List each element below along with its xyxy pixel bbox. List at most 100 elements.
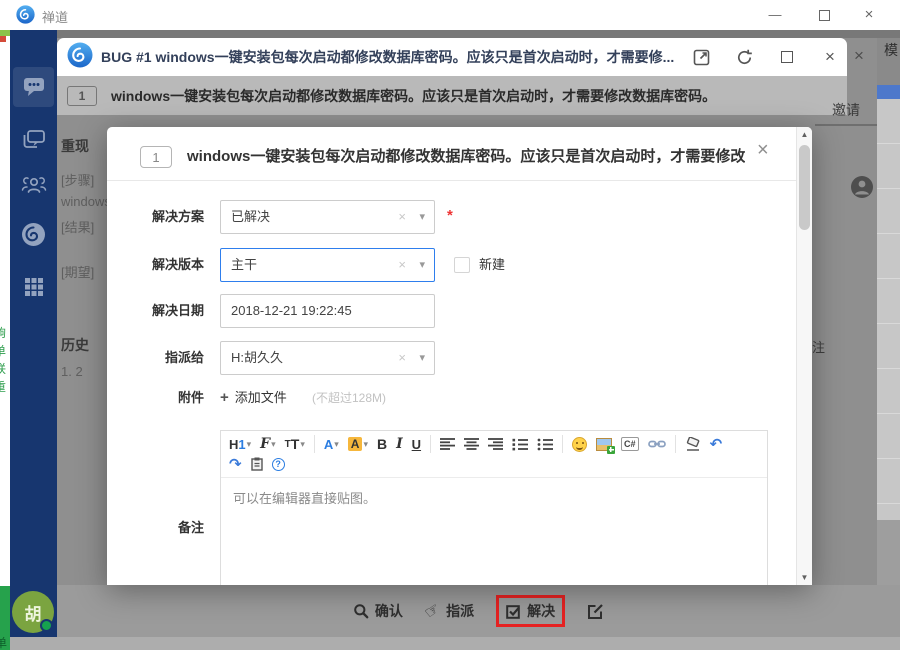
build-value: 主干 (231, 257, 258, 272)
unordered-list-icon (537, 438, 554, 450)
new-build-label: 新建 (479, 257, 506, 272)
edge-text-fragment: 单 (0, 344, 7, 358)
edge-text-fragment: 重 (0, 380, 7, 394)
eraser-icon (686, 437, 699, 451)
date-value: 2018-12-21 19:22:45 (231, 303, 352, 318)
italic-button[interactable]: I (396, 436, 403, 452)
open-external-icon (693, 49, 709, 65)
assignee-select[interactable]: H:胡久久 × ▾ (220, 341, 435, 375)
edge-text-fragment: 单 (0, 636, 8, 650)
popup-title: BUG #1 windows一键安装包每次启动都修改数据库密码。应该只是首次启动… (101, 49, 675, 65)
font-size-button[interactable]: T T ▾ (285, 436, 305, 452)
zentao-logo-icon (67, 42, 93, 73)
maximize-popup-button[interactable] (778, 48, 796, 66)
help-button[interactable]: ? (271, 457, 285, 471)
chevron-down-icon: ▾ (419, 352, 425, 364)
align-center-icon (464, 438, 480, 450)
build-label: 解决版本 (151, 257, 204, 272)
edge-text-fragment: 夠 (0, 326, 7, 340)
unordered-list-button[interactable] (537, 438, 554, 451)
dialog-title: windows一键安装包每次启动都修改数据库密码。应该只是首次启动时，才需要修改… (187, 148, 745, 165)
invite-label: 邀请 (832, 102, 860, 118)
plus-icon: + (220, 389, 229, 406)
heading-1: 1 (238, 436, 246, 452)
close-popup-button[interactable]: × (821, 47, 839, 66)
insert-link-button[interactable] (647, 438, 666, 450)
code-button[interactable]: C# (621, 437, 639, 451)
resolved-date-input[interactable]: 2018-12-21 19:22:45 (220, 294, 435, 328)
people-icon (21, 177, 46, 193)
sidebar-item-zentao[interactable] (13, 214, 54, 254)
online-status-dot (40, 619, 53, 632)
scrollbar-thumb[interactable] (799, 145, 810, 230)
refresh-icon (737, 49, 752, 64)
smiley-icon (572, 436, 588, 452)
sidebar-item-chat[interactable] (13, 67, 54, 107)
undo-button[interactable]: ↶ (710, 435, 723, 453)
resolution-select[interactable]: 已解决 × ▾ (220, 200, 435, 234)
scroll-down-arrow[interactable]: ▼ (797, 573, 812, 582)
group-chat-icon (23, 130, 45, 148)
close-window-button[interactable]: × (852, 0, 886, 30)
refresh-button[interactable] (735, 48, 753, 66)
align-left-icon (440, 438, 456, 450)
build-select[interactable]: 主干 × ▾ (220, 248, 435, 282)
assign-button[interactable]: ☞ 指派 (421, 598, 475, 622)
font-color-button[interactable]: A ▾ (324, 437, 339, 452)
add-file-button[interactable]: + 添加文件 (220, 387, 287, 409)
highlight-color-button[interactable]: A ▾ (347, 437, 368, 451)
add-file-label: 添加文件 (234, 390, 287, 405)
underline-button[interactable]: U (412, 437, 421, 452)
confirm-button[interactable]: 确认 (353, 601, 403, 621)
emoji-button[interactable] (572, 436, 588, 452)
align-right-button[interactable] (488, 438, 504, 450)
bg-text-fragment: [期望] (61, 265, 95, 280)
bold-button[interactable]: B (377, 436, 387, 452)
maximize-icon (818, 10, 830, 22)
bug-title-row: 1 windows一键安装包每次启动都修改数据库密码。应该只是首次启动时，才需要… (57, 76, 847, 115)
clear-icon[interactable]: × (398, 342, 406, 374)
insert-image-button[interactable] (596, 437, 616, 454)
bg-text-fragment: 重现 (61, 138, 89, 154)
dialog-scrollbar[interactable]: ▲ ▼ (796, 127, 812, 585)
sidebar-item-apps[interactable] (13, 267, 54, 307)
open-external-button[interactable] (692, 48, 710, 66)
ordered-list-button[interactable] (512, 438, 529, 451)
bg-right-column: 模 (877, 38, 900, 85)
edge-green-block: 单 (0, 586, 10, 650)
build-row: 解决版本 主干 × ▾ 新建 (107, 248, 796, 282)
maximize-button[interactable] (807, 0, 841, 30)
chevron-down-icon: ▾ (300, 438, 305, 449)
attachment-row: 附件 + 添加文件 (不超过128M) (107, 387, 796, 409)
align-left-button[interactable] (440, 438, 456, 450)
bg-text-fragment: 历史 (61, 337, 89, 353)
clear-icon[interactable]: × (398, 249, 406, 281)
font-family-button[interactable]: F ▾ (260, 436, 275, 452)
heading-button[interactable]: H 1 ▾ (229, 437, 251, 452)
sidebar-item-contacts[interactable] (13, 165, 54, 205)
plus-icon (607, 445, 616, 454)
edit-pencil-icon (588, 603, 603, 619)
minimize-button[interactable]: — (758, 0, 792, 30)
chevron-down-icon: ▾ (334, 438, 339, 449)
paste-button[interactable] (250, 457, 263, 471)
comment-editor[interactable]: H 1 ▾ F ▾ T T ▾ A ▾ A ▾ B I U C# ↶ ↷ ? 可… (220, 430, 768, 585)
edit-button[interactable] (587, 603, 604, 620)
bg-table-rows (877, 99, 900, 520)
toolbar-separator (313, 435, 315, 453)
resolve-button[interactable]: 解决 (506, 601, 555, 621)
close-dialog-button[interactable]: × (757, 139, 769, 162)
bug-id-badge: 1 (140, 146, 172, 168)
align-center-button[interactable] (464, 438, 480, 450)
chevron-down-icon: ▾ (419, 211, 425, 223)
editor-placeholder[interactable]: 可以在编辑器直接贴图。 (221, 478, 767, 517)
sidebar-item-groups[interactable] (13, 120, 54, 160)
help-icon: ? (271, 457, 285, 471)
scroll-up-arrow[interactable]: ▲ (797, 130, 812, 139)
image-icon (596, 437, 616, 454)
bug-action-bar: 确认 ☞ 指派 解决 (57, 585, 900, 637)
remove-format-button[interactable] (685, 437, 701, 451)
redo-button[interactable]: ↷ (229, 455, 242, 473)
new-build-checkbox[interactable] (454, 257, 470, 273)
clear-icon[interactable]: × (398, 201, 406, 233)
